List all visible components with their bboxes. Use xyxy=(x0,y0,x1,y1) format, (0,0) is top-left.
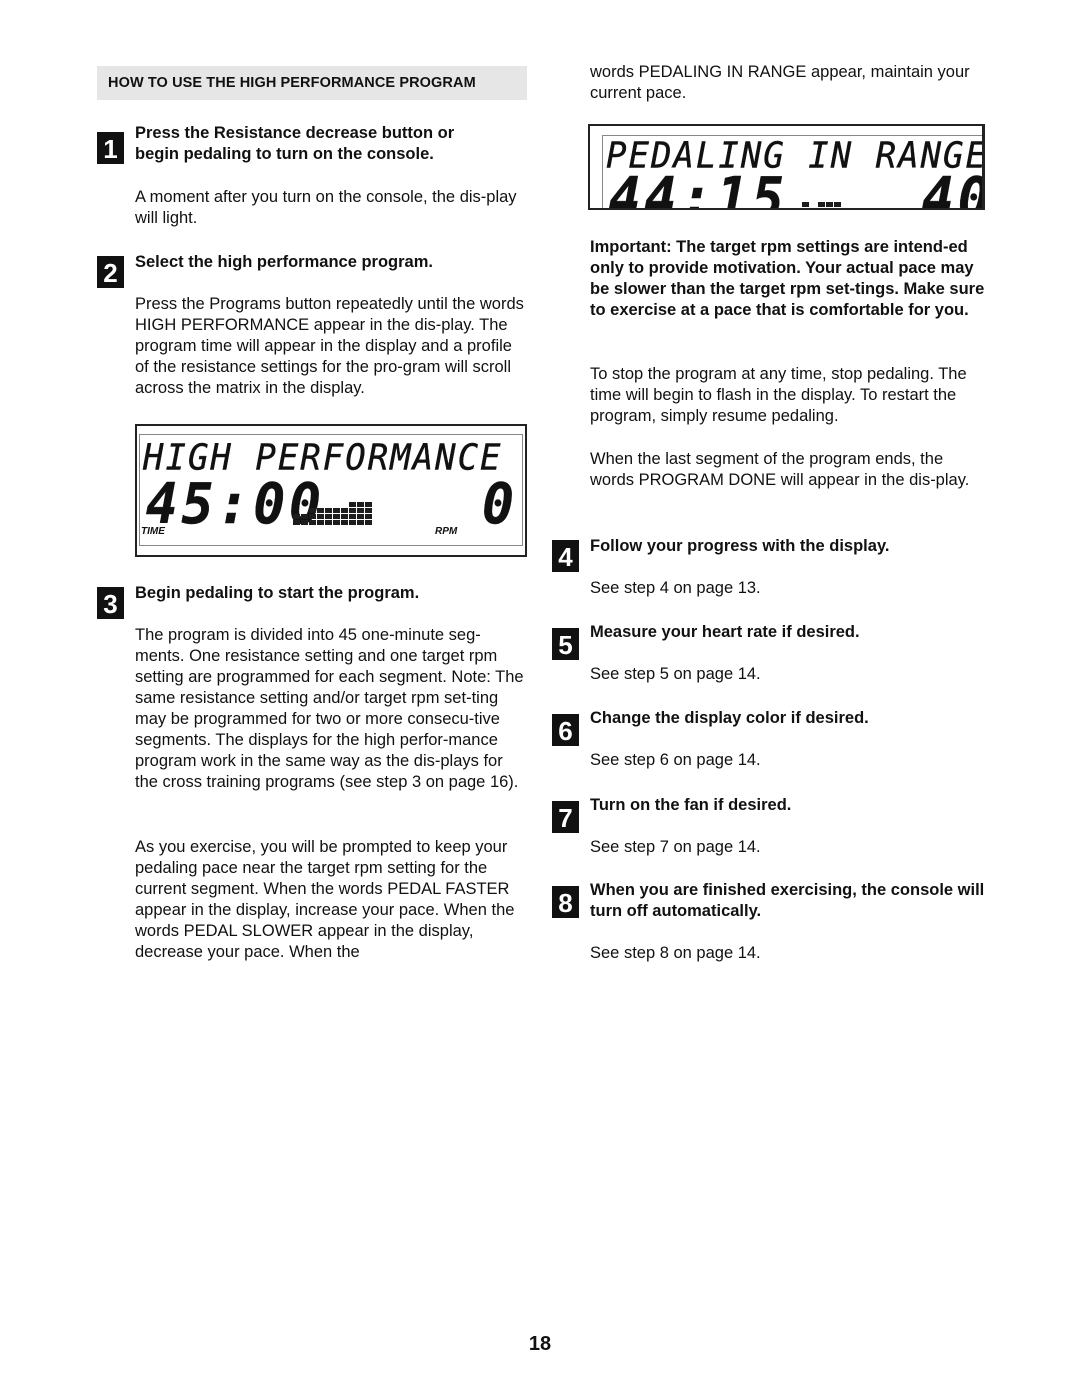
matrix-cell xyxy=(309,520,316,525)
matrix-cell xyxy=(301,514,308,519)
step-title: Turn on the fan if desired. xyxy=(590,796,792,814)
matrix-cell xyxy=(357,520,364,525)
matrix-cell xyxy=(349,520,356,525)
step-paragraph: See step 4 on page 13. xyxy=(590,579,761,597)
step-title: Measure your heart rate if desired. xyxy=(590,623,860,641)
matrix-cell xyxy=(333,514,340,519)
step-number-badge: 5 xyxy=(552,628,579,660)
step-number-badge: 2 xyxy=(97,256,124,288)
step-paragraph: See step 5 on page 14. xyxy=(590,665,761,683)
resistance-profile-matrix xyxy=(293,498,383,526)
step-paragraph: As you exercise, you will be prompted to… xyxy=(135,838,515,961)
lcd-display-high-performance: HIGH PERFORMANCE 45:00 0 TIME RPM xyxy=(135,424,527,557)
matrix-cell xyxy=(309,508,316,513)
matrix-cell xyxy=(365,508,372,513)
step-number-badge: 6 xyxy=(552,714,579,746)
time-label: TIME xyxy=(141,526,165,537)
step-title: Select the high performance program. xyxy=(135,253,433,271)
step-title: Change the display color if desired. xyxy=(590,709,869,727)
step-number-badge: 7 xyxy=(552,801,579,833)
matrix-cell xyxy=(357,508,364,513)
step-paragraph: To stop the program at any time, stop pe… xyxy=(590,365,967,425)
matrix-cell xyxy=(293,520,300,525)
lcd-rpm: 0 xyxy=(482,472,519,537)
lcd-display-pedaling-in-range: PEDALING IN RANGE 44:15 40 xyxy=(588,124,985,210)
step-number-badge: 4 xyxy=(552,540,579,572)
lcd-time: 44:15 xyxy=(608,166,788,210)
matrix-cell xyxy=(341,508,348,513)
matrix-cell xyxy=(802,202,809,207)
step-paragraph: See step 7 on page 14. xyxy=(590,838,761,856)
matrix-cell xyxy=(349,502,356,507)
section-header: HOW TO USE THE HIGH PERFORMANCE PROGRAM xyxy=(97,66,527,100)
matrix-cell xyxy=(357,502,364,507)
matrix-cell xyxy=(317,520,324,525)
step-number-badge: 3 xyxy=(97,587,124,619)
matrix-cell xyxy=(341,514,348,519)
matrix-cell xyxy=(309,514,316,519)
matrix-cell xyxy=(341,520,348,525)
lcd-rpm: 40 xyxy=(921,166,982,210)
rpm-label: RPM xyxy=(435,526,458,537)
step-paragraph: Press the Programs button repeatedly unt… xyxy=(135,295,524,397)
step-title: Press the Resistance decrease button or … xyxy=(135,124,455,163)
matrix-cell xyxy=(349,508,356,513)
step-title: Follow your progress with the display. xyxy=(590,537,890,555)
step-title: When you are finished exercising, the co… xyxy=(590,881,985,920)
matrix-cell xyxy=(325,508,332,513)
step-paragraph: The program is divided into 45 one-minut… xyxy=(135,626,524,791)
step-paragraph-continued: words PEDALING IN RANGE appear, maintain… xyxy=(590,63,970,102)
page-number: 18 xyxy=(528,1333,552,1355)
resistance-profile-matrix xyxy=(802,196,852,208)
matrix-cell xyxy=(301,520,308,525)
step-number-badge: 8 xyxy=(552,886,579,918)
matrix-cell xyxy=(293,514,300,519)
matrix-cell xyxy=(365,502,372,507)
matrix-cell xyxy=(317,508,324,513)
matrix-cell xyxy=(818,202,825,207)
matrix-cell xyxy=(365,520,372,525)
matrix-cell xyxy=(333,520,340,525)
matrix-cell xyxy=(349,514,356,519)
matrix-cell xyxy=(357,514,364,519)
matrix-cell xyxy=(834,202,841,207)
important-note: Important: The target rpm settings are i… xyxy=(590,238,985,319)
step-title: Begin pedaling to start the program. xyxy=(135,584,420,602)
matrix-cell xyxy=(826,202,833,207)
step-paragraph: A moment after you turn on the console, … xyxy=(135,188,517,227)
step-paragraph: See step 8 on page 14. xyxy=(590,944,761,962)
step-paragraph: See step 6 on page 14. xyxy=(590,751,761,769)
step-number-badge: 1 xyxy=(97,132,124,164)
matrix-cell xyxy=(333,508,340,513)
step-paragraph: When the last segment of the program end… xyxy=(590,450,970,489)
matrix-cell xyxy=(325,514,332,519)
matrix-cell xyxy=(365,514,372,519)
matrix-cell xyxy=(325,520,332,525)
matrix-cell xyxy=(317,514,324,519)
